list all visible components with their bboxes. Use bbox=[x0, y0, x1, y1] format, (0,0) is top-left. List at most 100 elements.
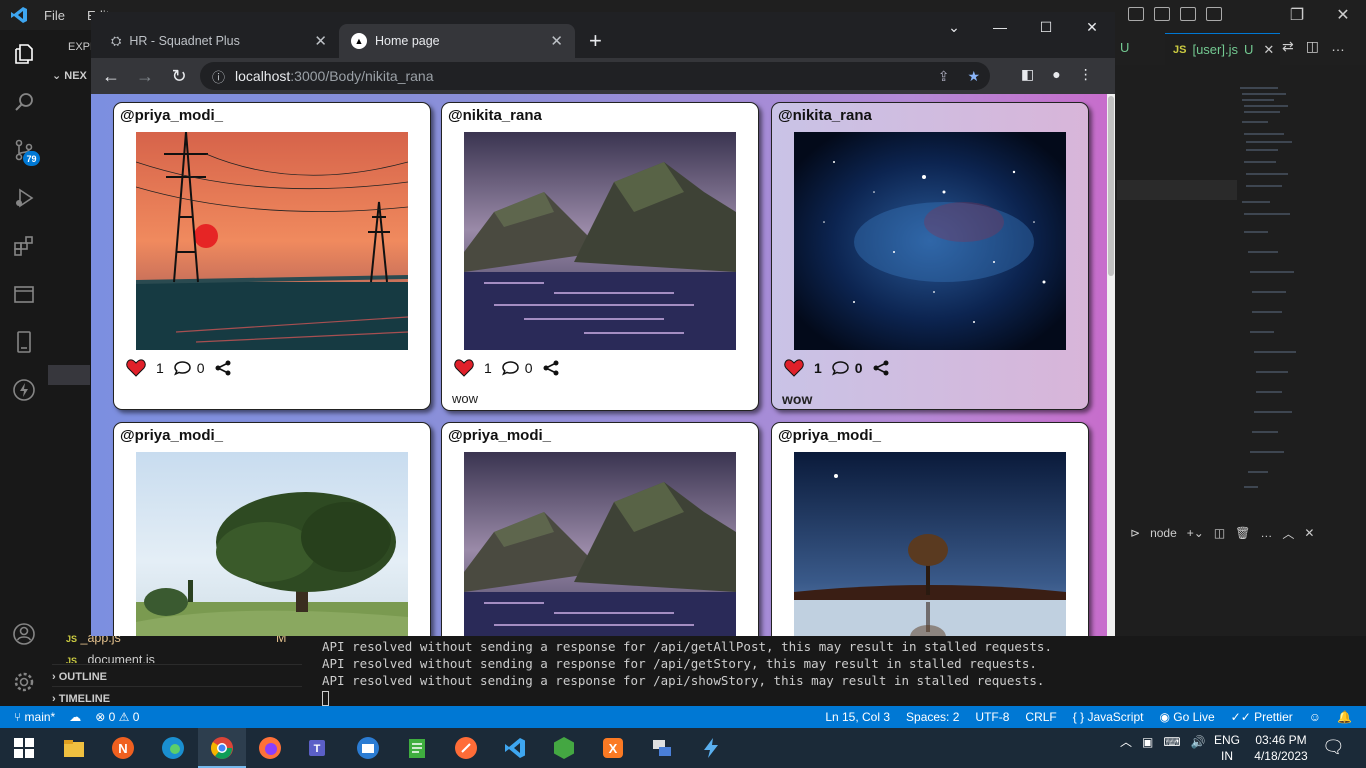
post-username[interactable]: @nikita_rana bbox=[448, 107, 542, 124]
explorer-icon[interactable] bbox=[12, 42, 36, 66]
menu-file[interactable]: File bbox=[44, 8, 65, 23]
profile-icon[interactable]: ● bbox=[1052, 66, 1060, 83]
problems-indicator[interactable]: ⊗ 0 ⚠ 0 bbox=[95, 710, 139, 724]
new-terminal-icon[interactable]: +⌄ bbox=[1187, 526, 1204, 540]
prettier-button[interactable]: ✓✓ Prettier bbox=[1231, 710, 1293, 724]
kill-terminal-icon[interactable]: 🗑 bbox=[1235, 526, 1250, 540]
post-image[interactable] bbox=[464, 452, 736, 636]
meet-now-icon[interactable]: ▣ bbox=[1142, 735, 1153, 749]
share-icon[interactable] bbox=[873, 360, 889, 376]
toggle-panel-icon[interactable] bbox=[1154, 7, 1170, 21]
windows-start-icon[interactable] bbox=[12, 736, 36, 760]
post-image[interactable] bbox=[794, 132, 1066, 350]
toggle-secondary-sidebar-icon[interactable] bbox=[1180, 7, 1196, 21]
notifications-icon[interactable]: 🔔 bbox=[1337, 710, 1352, 724]
close-window-icon[interactable]: ✕ bbox=[1069, 12, 1115, 42]
clock[interactable]: 03:46 PM 4/18/2023 bbox=[1250, 732, 1312, 764]
close-tab-icon[interactable]: ✕ bbox=[1263, 42, 1274, 58]
file-explorer-icon[interactable] bbox=[62, 736, 86, 760]
share-icon[interactable] bbox=[215, 360, 231, 376]
notepad-icon[interactable] bbox=[405, 736, 429, 760]
chrome-menu-icon[interactable]: ⋮ bbox=[1079, 66, 1093, 83]
browser-tab-hr-squadnet[interactable]: ⛭ HR - Squadnet Plus ✕ bbox=[99, 24, 339, 58]
comment-icon[interactable] bbox=[831, 360, 849, 376]
account-icon[interactable] bbox=[12, 622, 36, 646]
more-actions-icon[interactable]: … bbox=[1331, 38, 1345, 55]
new-tab-button[interactable]: + bbox=[589, 28, 602, 54]
editor-tab-user-js[interactable]: JS [user].js U ✕ bbox=[1165, 33, 1280, 65]
close-tab-icon[interactable]: ✕ bbox=[314, 32, 327, 50]
post-username[interactable]: @nikita_rana bbox=[778, 107, 872, 124]
teams-icon[interactable]: T bbox=[307, 736, 331, 760]
show-hidden-icons[interactable]: ︿ bbox=[1120, 733, 1132, 750]
reload-button[interactable]: ↻ bbox=[165, 62, 193, 90]
open-changes-icon[interactable]: ⇄ bbox=[1282, 38, 1294, 55]
close-panel-icon[interactable]: ✕ bbox=[1304, 526, 1314, 540]
run-debug-icon[interactable] bbox=[12, 186, 36, 210]
address-bar[interactable]: ⓘ localhost:3000/Body/nikita_rana ⇪ ★ bbox=[200, 62, 990, 90]
customize-layout-icon[interactable] bbox=[1206, 7, 1222, 21]
thunder-app-icon[interactable] bbox=[699, 736, 723, 760]
close-window-icon[interactable]: ✕ bbox=[1320, 0, 1366, 30]
terminal-name[interactable]: node bbox=[1150, 526, 1177, 540]
device-icon[interactable] bbox=[12, 330, 36, 354]
settings-gear-icon[interactable] bbox=[12, 670, 36, 694]
back-button[interactable]: ← bbox=[97, 62, 125, 90]
mail-icon[interactable] bbox=[356, 736, 380, 760]
post-image[interactable] bbox=[794, 452, 1066, 636]
terminal-output[interactable]: API resolved without sending a response … bbox=[303, 636, 1366, 706]
split-terminal-icon[interactable]: ◫ bbox=[1214, 526, 1225, 540]
forward-button[interactable]: → bbox=[131, 62, 159, 90]
post-username[interactable]: @priya_modi_ bbox=[778, 427, 881, 444]
tab-search-icon[interactable]: ⌄ bbox=[931, 12, 977, 42]
language-indicator[interactable]: ENG IN bbox=[1214, 732, 1240, 764]
like-heart-icon[interactable] bbox=[126, 359, 146, 377]
search-icon[interactable] bbox=[12, 90, 36, 114]
lightning-icon[interactable] bbox=[12, 378, 36, 402]
post-image[interactable] bbox=[464, 132, 736, 350]
go-live-button[interactable]: ◉ Go Live bbox=[1159, 710, 1214, 724]
comment-icon[interactable] bbox=[501, 360, 519, 376]
more-icon[interactable]: … bbox=[1260, 526, 1272, 540]
extensions-icon[interactable] bbox=[12, 234, 36, 258]
site-info-icon[interactable]: ⓘ bbox=[212, 67, 225, 86]
minimize-icon[interactable]: — bbox=[977, 12, 1023, 42]
restore-icon[interactable]: ❐ bbox=[1274, 0, 1320, 30]
outline-section[interactable]: › OUTLINE bbox=[52, 664, 302, 686]
remote-explorer-icon[interactable] bbox=[12, 282, 36, 306]
side-panel-icon[interactable]: ◧ bbox=[1021, 66, 1034, 83]
maximize-panel-icon[interactable]: ︿ bbox=[1282, 525, 1294, 542]
indentation[interactable]: Spaces: 2 bbox=[906, 710, 959, 724]
firefox-icon[interactable] bbox=[258, 736, 282, 760]
line-ending[interactable]: CRLF bbox=[1025, 710, 1056, 724]
xampp-icon[interactable]: X bbox=[601, 736, 625, 760]
close-tab-icon[interactable]: ✕ bbox=[550, 32, 563, 50]
chrome-icon[interactable] bbox=[210, 736, 234, 760]
nodejs-icon[interactable] bbox=[552, 736, 576, 760]
split-editor-icon[interactable]: ◫ bbox=[1306, 38, 1319, 55]
speaker-icon[interactable]: 🔊 bbox=[1191, 735, 1206, 749]
post-image[interactable] bbox=[136, 132, 408, 350]
post-username[interactable]: @priya_modi_ bbox=[120, 107, 223, 124]
encoding[interactable]: UTF-8 bbox=[975, 710, 1009, 724]
branch-indicator[interactable]: ⑂ main* bbox=[14, 710, 55, 724]
post-username[interactable]: @priya_modi_ bbox=[120, 427, 223, 444]
network-icon[interactable]: ⌨ bbox=[1163, 735, 1180, 749]
notification-center-icon[interactable]: 🗨 bbox=[1322, 737, 1345, 758]
comment-icon[interactable] bbox=[173, 360, 191, 376]
maximize-icon[interactable]: ☐ bbox=[1023, 12, 1069, 42]
sync-icon[interactable]: ☁ bbox=[69, 710, 81, 724]
post-image[interactable] bbox=[136, 452, 408, 636]
file-document[interactable]: JS _document.js bbox=[66, 653, 155, 663]
share-icon[interactable] bbox=[543, 360, 559, 376]
timeline-section[interactable]: › TIMELINE bbox=[52, 686, 302, 708]
like-heart-icon[interactable] bbox=[784, 359, 804, 377]
bookmark-star-icon[interactable]: ★ bbox=[967, 68, 980, 85]
network-app-icon[interactable] bbox=[650, 736, 674, 760]
share-page-icon[interactable]: ⇪ bbox=[938, 68, 950, 85]
editor-tab-partial[interactable]: U bbox=[1120, 40, 1129, 55]
language-mode[interactable]: { } JavaScript bbox=[1073, 710, 1144, 724]
vscode-taskbar-icon[interactable] bbox=[503, 736, 527, 760]
postman-icon[interactable] bbox=[454, 736, 478, 760]
page-scrollbar-thumb[interactable] bbox=[1108, 96, 1114, 276]
